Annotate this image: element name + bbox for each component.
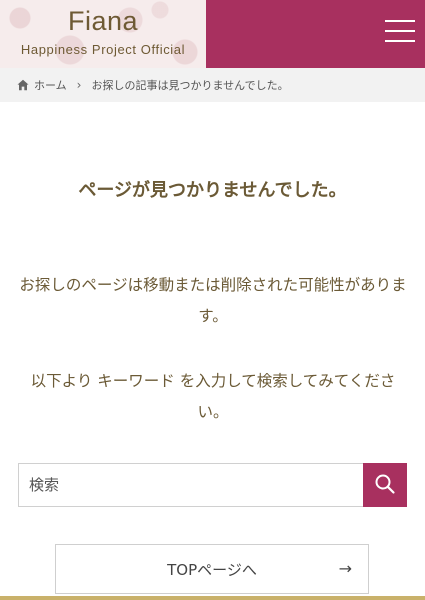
search-form — [18, 463, 407, 507]
search-instruction: 以下より キーワード を入力して検索してみてください。 — [30, 372, 396, 421]
search-button[interactable] — [363, 463, 407, 507]
site-logo[interactable]: Fiana Happiness Project Official — [0, 0, 206, 68]
menu-button[interactable] — [206, 0, 425, 68]
home-icon — [17, 79, 29, 91]
top-page-button-label: TOPページへ — [167, 560, 257, 579]
breadcrumb: ホーム › お探しの記事は見つかりませんでした。 — [0, 68, 425, 102]
search-input[interactable] — [18, 463, 363, 507]
hamburger-icon — [385, 20, 415, 42]
logo-title: Fiana — [67, 6, 139, 36]
footer-bar — [0, 596, 425, 600]
logo-subtitle: Happiness Project Official — [20, 42, 186, 57]
arrow-right-icon: → — [338, 559, 352, 578]
not-found-message: お探しのページは移動または削除された可能性があります。 — [19, 276, 407, 325]
top-page-button[interactable]: TOPページへ → — [55, 544, 369, 594]
site-header: Fiana Happiness Project Official — [0, 0, 425, 68]
search-icon — [374, 473, 396, 498]
page-title: ページが見つかりませんでした。 — [78, 180, 347, 201]
breadcrumb-home-link[interactable]: ホーム — [34, 77, 67, 93]
breadcrumb-separator: › — [76, 78, 82, 92]
breadcrumb-current: お探しの記事は見つかりませんでした。 — [91, 79, 289, 92]
